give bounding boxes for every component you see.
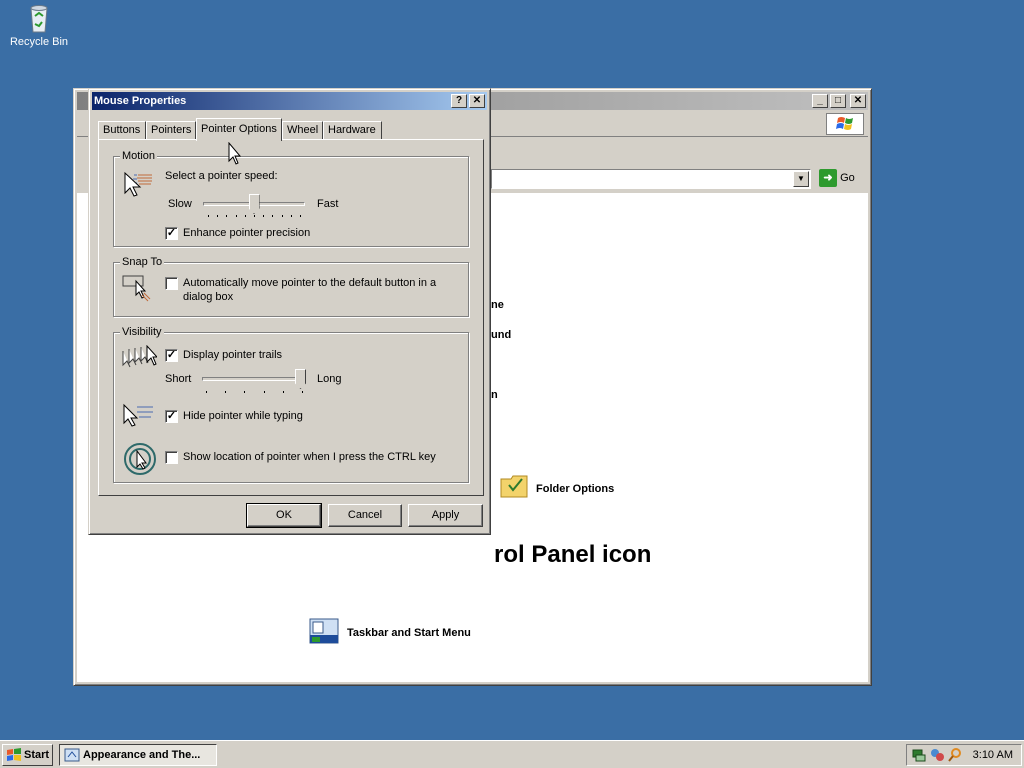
go-button[interactable]: ➜ Go: [819, 169, 867, 189]
task-label: Appearance and The...: [83, 749, 201, 761]
start-button[interactable]: Start: [2, 744, 53, 766]
tab-wheel[interactable]: Wheel: [282, 121, 323, 140]
speed-ticks: [208, 215, 301, 218]
snap-to-label-line1: Automatically move pointer to the defaul…: [183, 277, 437, 289]
taskbar: Start Appearance and The... 3:10 AM: [0, 740, 1024, 768]
text-fragment: ne: [491, 299, 504, 311]
pointer-speed-icon: [124, 171, 152, 197]
mouse-properties-dialog: Mouse Properties ? ✕ Buttons Pointers Po…: [88, 88, 491, 535]
trails-slider[interactable]: [295, 369, 306, 389]
hide-pointer-icon: [123, 403, 153, 427]
close-button[interactable]: ✕: [469, 94, 485, 108]
network-icon[interactable]: [911, 747, 927, 763]
tick-mark: [208, 215, 209, 217]
fast-label: Fast: [317, 198, 339, 210]
pointer-trails-checkbox[interactable]: ✓: [165, 349, 178, 362]
show-location-label: Show location of pointer when I press th…: [183, 451, 436, 463]
enhance-precision-label: Enhance pointer precision: [183, 227, 311, 239]
tick-mark: [226, 215, 228, 217]
maximize-button[interactable]: □: [830, 94, 846, 108]
trails-track: [202, 377, 306, 381]
tick-mark: [263, 391, 265, 393]
tick-mark: [225, 391, 227, 393]
tick-mark: [235, 215, 237, 217]
go-label: Go: [840, 171, 855, 184]
show-location-icon: [124, 443, 156, 475]
tick-mark: [244, 391, 246, 393]
recycle-bin-icon: [30, 5, 48, 33]
tick-mark: [290, 215, 292, 217]
visibility-legend: Visibility: [120, 326, 164, 338]
slow-label: Slow: [168, 198, 192, 210]
go-arrow-icon: ➜: [819, 169, 837, 187]
search-icon[interactable]: [947, 747, 963, 763]
speed-label: Select a pointer speed:: [165, 170, 278, 182]
ok-button[interactable]: OK: [246, 503, 322, 528]
folder-options-icon: [500, 475, 528, 498]
tick-mark: [217, 215, 219, 217]
help-button[interactable]: ?: [451, 94, 467, 108]
tick-mark: [254, 215, 255, 217]
security-icon[interactable]: [929, 747, 945, 763]
hide-pointer-checkbox[interactable]: ✓: [165, 410, 178, 423]
pointer-options-panel: Motion Select a pointer speed: Slow Fast…: [98, 139, 484, 496]
clock[interactable]: 3:10 AM: [973, 745, 1013, 765]
apply-button[interactable]: Apply: [408, 504, 483, 527]
tick-mark: [206, 391, 207, 393]
show-location-checkbox[interactable]: [165, 451, 178, 464]
speed-slider[interactable]: [248, 194, 260, 214]
system-tray: 3:10 AM: [906, 744, 1022, 766]
text-fragment: und: [491, 329, 512, 341]
taskbar-start-menu-label: Taskbar and Start Menu: [347, 627, 471, 639]
taskbar-button-appearance[interactable]: Appearance and The...: [59, 744, 217, 766]
snap-to-group: Snap To Automatically move pointer to th…: [113, 256, 469, 317]
motion-group: Motion Select a pointer speed: Slow Fast…: [113, 150, 469, 247]
hide-pointer-label: Hide pointer while typing: [183, 410, 303, 422]
pointer-trails-label: Display pointer trails: [183, 349, 283, 361]
tab-pointer-options[interactable]: Pointer Options: [196, 118, 282, 141]
start-label: Start: [24, 749, 50, 761]
tab-buttons[interactable]: Buttons: [98, 121, 146, 140]
close-button[interactable]: ✕: [850, 94, 866, 108]
long-label: Long: [317, 373, 342, 385]
tick-mark: [282, 391, 284, 393]
pointer-trails-icon: [122, 345, 157, 368]
recycle-bin-shortcut[interactable]: Recycle Bin: [6, 2, 72, 48]
tab-pointers[interactable]: Pointers: [146, 121, 196, 140]
tick-mark: [263, 215, 265, 217]
enhance-precision-checkbox[interactable]: ✓: [165, 227, 178, 240]
section-heading: rol Panel icon: [494, 541, 652, 568]
folder-options-label: Folder Options: [536, 483, 615, 495]
address-field[interactable]: ▼: [491, 169, 811, 189]
taskbar-start-menu-icon: [309, 618, 339, 644]
short-label: Short: [165, 373, 192, 385]
visibility-group: Visibility ✓ Display pointer trails Shor…: [113, 326, 469, 483]
cancel-button[interactable]: Cancel: [328, 504, 402, 527]
tick-mark: [244, 215, 246, 217]
mouse-cursor-icon: [228, 142, 242, 165]
text-fragment: n: [491, 389, 498, 401]
recycle-bin-label: Recycle Bin: [9, 36, 69, 48]
windows-flag-icon: [7, 748, 21, 762]
snap-to-icon: [122, 275, 151, 302]
control-panel-icon: [64, 748, 80, 762]
snap-to-checkbox[interactable]: [165, 277, 178, 290]
tick-mark: [281, 215, 283, 217]
tick-mark: [300, 215, 301, 217]
snap-to-label-line2: dialog box: [183, 291, 234, 303]
tick-mark: [302, 391, 303, 393]
chevron-down-icon[interactable]: ▼: [793, 171, 809, 187]
windows-logo: [826, 113, 864, 135]
snap-legend: Snap To: [120, 256, 165, 268]
tab-hardware[interactable]: Hardware: [323, 121, 382, 140]
minimize-button[interactable]: _: [812, 94, 828, 108]
dialog-title: Mouse Properties: [94, 95, 187, 107]
tick-mark: [272, 215, 274, 217]
motion-legend: Motion: [120, 150, 158, 162]
trails-ticks: [206, 391, 303, 394]
dialog-titlebar[interactable]: Mouse Properties ? ✕: [92, 92, 487, 110]
windows-flag-icon: [836, 117, 853, 130]
